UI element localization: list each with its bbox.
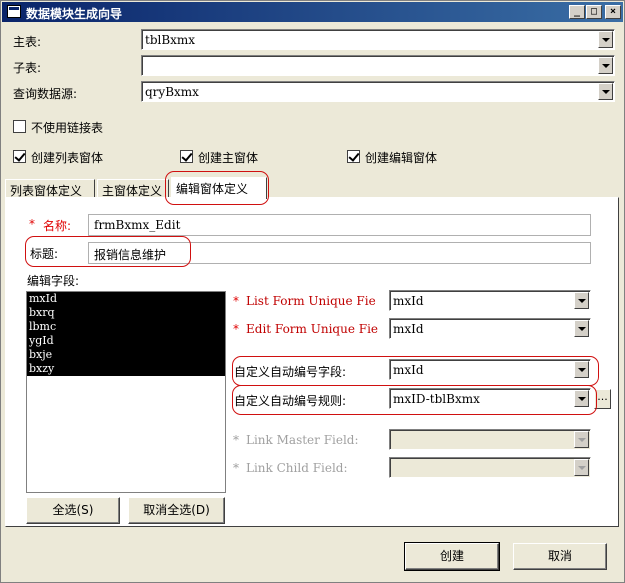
- create-list-checkbox[interactable]: [13, 150, 26, 163]
- deselect-all-button[interactable]: 取消全选(D): [128, 497, 225, 524]
- list-item[interactable]: ygId: [27, 334, 225, 348]
- chevron-down-icon[interactable]: [574, 361, 589, 378]
- create-edit-checkbox[interactable]: [347, 150, 360, 163]
- create-main-label: 创建主窗体: [198, 151, 259, 165]
- chevron-down-icon[interactable]: [574, 390, 589, 407]
- query-source-combo[interactable]: qryBxmx: [141, 81, 615, 102]
- list-unique-value: mxId: [393, 294, 424, 308]
- link-child-label: Link Child Field:: [246, 461, 348, 475]
- create-list-label: 创建列表窗体: [31, 151, 104, 165]
- auto-field-label: 自定义自动编号字段:: [234, 365, 347, 379]
- sub-table-combo[interactable]: [141, 55, 615, 76]
- create-edit-label: 创建编辑窗体: [365, 151, 438, 165]
- link-child-combo[interactable]: [389, 457, 591, 478]
- edit-unique-star: *: [233, 322, 239, 336]
- maximize-button[interactable]: □: [586, 5, 602, 19]
- tab-main-form[interactable]: 主窗体定义: [97, 179, 169, 199]
- select-all-button[interactable]: 全选(S): [26, 497, 120, 524]
- title-bar: 数据模块生成向导 _ □ ×: [2, 2, 623, 22]
- auto-rule-combo[interactable]: mxID-tblBxmx: [389, 388, 591, 409]
- link-master-star: *: [233, 433, 239, 447]
- edit-unique-value: mxId: [393, 322, 424, 336]
- auto-field-value: mxId: [393, 363, 424, 377]
- link-master-combo[interactable]: [389, 429, 591, 450]
- window-title: 数据模块生成向导: [26, 7, 123, 21]
- caption-label: 标题:: [30, 247, 59, 261]
- main-table-label: 主表:: [13, 35, 42, 49]
- chevron-down-icon[interactable]: [574, 459, 589, 476]
- auto-rule-value: mxID-tblBxmx: [393, 392, 480, 406]
- tab-list-form[interactable]: 列表窗体定义: [5, 179, 95, 199]
- app-icon: [7, 5, 21, 18]
- edit-unique-combo[interactable]: mxId: [389, 318, 591, 339]
- cancel-button[interactable]: 取消: [513, 543, 607, 570]
- chevron-down-icon[interactable]: [574, 431, 589, 448]
- caption-value: 报销信息维护: [94, 248, 167, 262]
- create-main-checkbox[interactable]: [180, 150, 193, 163]
- auto-rule-label: 自定义自动编号规则:: [234, 394, 347, 408]
- wizard-window: 数据模块生成向导 _ □ × 主表: tblBxmx 子表: 查询数据源: qr…: [0, 0, 625, 583]
- no-link-table-checkbox[interactable]: [13, 120, 26, 133]
- chevron-down-icon[interactable]: [598, 31, 613, 48]
- fields-listbox[interactable]: mxId bxrq lbmc ygId bxje bxzy: [26, 291, 226, 493]
- close-button[interactable]: ×: [605, 5, 621, 19]
- caption-input[interactable]: 报销信息维护: [88, 242, 591, 264]
- query-source-label: 查询数据源:: [13, 87, 78, 101]
- chevron-down-icon[interactable]: [574, 292, 589, 309]
- main-table-value: tblBxmx: [145, 33, 196, 47]
- create-button[interactable]: 创建: [404, 542, 500, 571]
- minimize-button[interactable]: _: [569, 5, 585, 19]
- chevron-down-icon[interactable]: [598, 83, 613, 100]
- list-item[interactable]: bxje: [27, 348, 225, 362]
- query-source-value: qryBxmx: [145, 85, 199, 99]
- list-item[interactable]: bxrq: [27, 306, 225, 320]
- list-item[interactable]: lbmc: [27, 320, 225, 334]
- list-item[interactable]: bxzy: [27, 362, 225, 376]
- sub-table-label: 子表:: [13, 61, 42, 75]
- auto-field-combo[interactable]: mxId: [389, 359, 591, 380]
- list-item[interactable]: mxId: [27, 292, 225, 306]
- auto-rule-ellipsis-button[interactable]: ...: [594, 389, 611, 409]
- chevron-down-icon[interactable]: [598, 57, 613, 74]
- list-unique-label: List Form Unique Fie: [246, 294, 376, 308]
- name-label: 名称:: [43, 219, 72, 233]
- link-child-star: *: [233, 461, 239, 475]
- name-value: frmBxmx_Edit: [94, 218, 181, 232]
- name-input[interactable]: frmBxmx_Edit: [88, 214, 591, 236]
- fields-label: 编辑字段:: [27, 274, 80, 288]
- list-unique-star: *: [233, 294, 239, 308]
- list-unique-combo[interactable]: mxId: [389, 290, 591, 311]
- link-master-label: Link Master Field:: [246, 433, 359, 447]
- main-table-combo[interactable]: tblBxmx: [141, 29, 615, 50]
- name-required-star: *: [29, 217, 35, 231]
- chevron-down-icon[interactable]: [574, 320, 589, 337]
- edit-unique-label: Edit Form Unique Fie: [246, 322, 379, 336]
- no-link-table-label: 不使用链接表: [31, 121, 104, 135]
- tab-edit-form[interactable]: 编辑窗体定义: [171, 177, 267, 199]
